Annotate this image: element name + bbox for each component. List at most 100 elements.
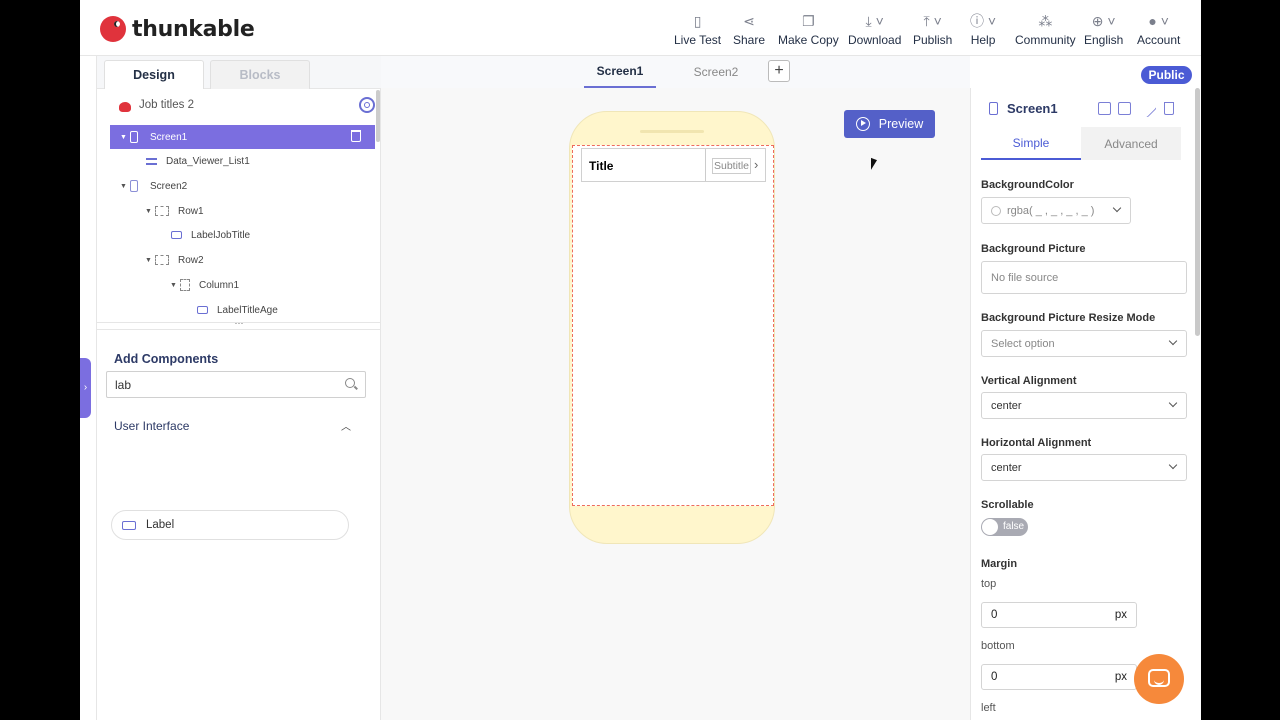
row-icon [155, 255, 169, 265]
language-button[interactable]: ⊕ ˅ English [1084, 12, 1123, 47]
margin-label: Margin [981, 558, 1018, 570]
margin-bottom-label: bottom [981, 640, 1015, 652]
phone-preview-frame: Title Subtitle › [569, 111, 775, 544]
trash-icon[interactable] [351, 130, 361, 142]
caret-down-icon: ▼ [170, 281, 177, 289]
phone-speaker [640, 130, 704, 133]
background-picture-input[interactable]: No file source [981, 261, 1187, 294]
phone-screen[interactable]: Title Subtitle › [572, 145, 774, 506]
tree-scrollbar[interactable] [376, 90, 380, 142]
scrollable-toggle[interactable]: false [981, 518, 1028, 536]
tree-item-screen1[interactable]: ▼ Screen1 [110, 125, 375, 149]
preview-button[interactable]: Preview [844, 110, 935, 138]
layout-icon[interactable] [1118, 102, 1131, 115]
tree-item-label: Row2 [178, 254, 204, 266]
mascot-icon [100, 16, 126, 42]
row-icon [155, 206, 169, 216]
tree-item-row1[interactable]: ▼ Row1 [145, 199, 204, 223]
trash-icon[interactable] [1164, 102, 1174, 115]
add-folder-icon[interactable] [1098, 102, 1111, 115]
play-icon [855, 117, 870, 131]
background-color-label: BackgroundColor [981, 179, 1074, 191]
tree-item-column1[interactable]: ▼ Column1 [170, 273, 239, 297]
tab-advanced[interactable]: Advanced [1081, 127, 1181, 160]
publish-button[interactable]: ⤒ ˅ Publish [913, 12, 952, 47]
editor-mode-tabs: Design Blocks [97, 56, 381, 89]
publish-icon: ⤒ ˅ [923, 13, 942, 29]
avatar: ● ˅ [1148, 13, 1169, 29]
public-badge[interactable]: Public [1141, 66, 1192, 84]
resize-mode-label: Background Picture Resize Mode [981, 312, 1156, 324]
unit-label: px [1114, 609, 1127, 621]
tree-item-data-viewer-list1[interactable]: Data_Viewer_List1 [146, 149, 250, 173]
screen-icon [989, 102, 998, 115]
user-interface-section-header[interactable]: User Interface [114, 419, 189, 433]
tree-item-label: Screen1 [150, 131, 188, 143]
chevron-down-icon [1168, 336, 1178, 346]
list-item-title: Title [589, 159, 614, 173]
tab-blocks[interactable]: Blocks [210, 60, 310, 89]
share-button[interactable]: ⋖ Share [733, 12, 765, 47]
make-copy-button[interactable]: ❐ Make Copy [778, 12, 839, 47]
chat-icon [1148, 669, 1170, 687]
caret-down-icon: ▼ [145, 207, 152, 215]
background-color-picker[interactable]: rgba( _ , _ , _ , _ ) [981, 197, 1131, 224]
vertical-alignment-label: Vertical Alignment [981, 375, 1077, 387]
margin-bottom-input[interactable]: 0 px [981, 664, 1137, 690]
community-button[interactable]: ⁂ Community [1015, 12, 1076, 47]
tree-item-label: LabelTitleAge [217, 304, 278, 316]
add-screen-button[interactable]: + [768, 60, 790, 82]
caret-down-icon: ▼ [120, 182, 127, 190]
margin-top-input[interactable]: 0 px [981, 602, 1137, 628]
chat-support-button[interactable] [1134, 654, 1184, 704]
resize-mode-select[interactable]: Select option [981, 330, 1187, 357]
community-label: Community [1015, 33, 1076, 47]
horizontal-alignment-select[interactable]: center [981, 454, 1187, 481]
left-panel: Design Blocks Job titles 2 ▼ Screen1 Dat… [96, 56, 381, 720]
make-copy-label: Make Copy [778, 33, 839, 47]
top-navigation-bar: thunkable ▯ Live Test ⋖ Share ❐ Make Cop… [80, 0, 1201, 56]
help-button[interactable]: ⓘ ˅ Help [970, 12, 996, 47]
resize-mode-value: Select option [991, 337, 1055, 350]
data-viewer-list-item[interactable]: Title Subtitle › [581, 148, 766, 182]
add-components-title: Add Components [114, 352, 219, 366]
search-icon[interactable] [345, 378, 355, 388]
live-test-label: Live Test [674, 33, 722, 47]
live-test-button[interactable]: ▯ Live Test [674, 12, 721, 47]
tree-item-labeljobtitle[interactable]: LabelJobTitle [171, 223, 250, 247]
unit-label: px [1114, 671, 1127, 683]
margin-left-label: left [981, 702, 996, 714]
list-item-subtitle: Subtitle [712, 158, 752, 174]
background-picture-label: Background Picture [981, 243, 1086, 255]
tab-simple[interactable]: Simple [981, 127, 1081, 160]
component-search-input[interactable] [106, 371, 366, 398]
tab-screen2[interactable]: Screen2 [680, 56, 752, 88]
component-tree: Job titles 2 ▼ Screen1 Data_Viewer_List1… [97, 90, 381, 322]
sidebar-toggle-handle[interactable]: › [80, 358, 91, 418]
label-component-chip[interactable]: Label [111, 510, 349, 540]
tree-item-label: Column1 [199, 279, 240, 291]
help-label: Help [970, 33, 996, 47]
tree-item-screen2[interactable]: ▼ Screen2 [120, 174, 187, 198]
project-name: Job titles 2 [139, 99, 194, 111]
tab-screen1[interactable]: Screen1 [584, 56, 656, 88]
horizontal-alignment-label: Horizontal Alignment [981, 437, 1092, 449]
tab-design[interactable]: Design [104, 60, 204, 89]
panel-splitter[interactable]: ··· [97, 319, 381, 330]
toggle-value: false [1003, 521, 1025, 532]
logo-text: thunkable [132, 16, 255, 42]
scrollable-label: Scrollable [981, 499, 1034, 511]
vertical-alignment-select[interactable]: center [981, 392, 1187, 419]
edit-icon[interactable] [1138, 99, 1157, 118]
properties-panel: Screen1 Simple Advanced BackgroundColor … [970, 88, 1201, 720]
account-button[interactable]: ● ˅ Account [1137, 12, 1180, 47]
share-icon: ⋖ [743, 13, 755, 29]
thunkable-logo[interactable]: thunkable [100, 16, 255, 42]
chevron-up-icon[interactable]: ︿ [341, 418, 351, 433]
download-button[interactable]: ⤓ ˅ Download [848, 12, 901, 47]
gear-icon[interactable] [359, 97, 375, 113]
properties-scrollbar[interactable] [1195, 88, 1200, 336]
app-window: thunkable ▯ Live Test ⋖ Share ❐ Make Cop… [80, 0, 1201, 720]
tree-item-row2[interactable]: ▼ Row2 [145, 248, 204, 272]
chevron-down-icon [1168, 460, 1178, 470]
